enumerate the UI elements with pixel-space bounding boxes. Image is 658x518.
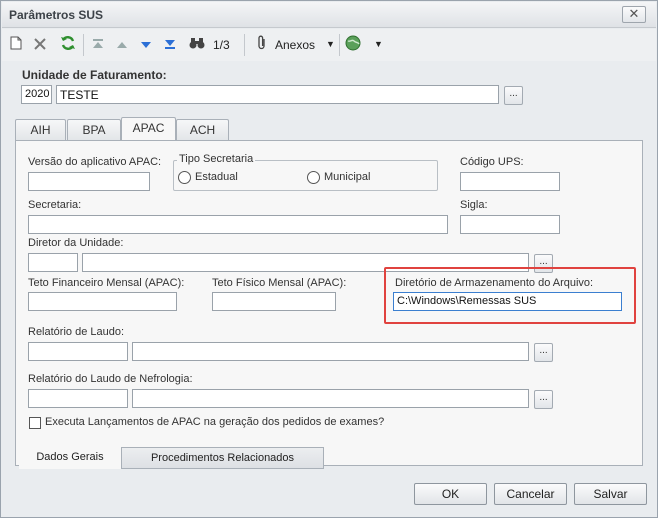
refresh-icon[interactable]: [58, 35, 78, 55]
financial-ceiling-label: Teto Financeiro Mensal (APAC):: [28, 277, 185, 289]
first-record-icon[interactable]: [88, 35, 108, 55]
tab-ach[interactable]: ACH: [176, 119, 229, 142]
tab-dados-gerais[interactable]: Dados Gerais: [19, 447, 121, 469]
report-lookup-button[interactable]: ...: [534, 343, 553, 362]
app-version-label: Versão do aplicativo APAC:: [28, 156, 162, 168]
close-button[interactable]: ✕: [622, 6, 646, 23]
tab-bpa[interactable]: BPA: [67, 119, 121, 142]
toolbar-separator: [83, 34, 84, 56]
toolbar-separator: [244, 34, 245, 56]
close-icon: ✕: [628, 6, 640, 21]
billing-unit-code-field[interactable]: 2020: [21, 85, 52, 104]
sigla-field[interactable]: [460, 215, 560, 234]
chevron-down-icon[interactable]: ▼: [326, 39, 335, 49]
report-label: Relatório de Laudo:: [28, 326, 125, 338]
financial-ceiling-field[interactable]: [28, 292, 177, 311]
billing-unit-lookup-button[interactable]: ...: [504, 86, 523, 105]
radio-estadual[interactable]: [178, 171, 191, 184]
physical-ceiling-label: Teto Físico Mensal (APAC):: [212, 277, 347, 289]
save-button[interactable]: Salvar: [574, 483, 647, 505]
execute-apac-checkbox[interactable]: [29, 417, 41, 429]
execute-apac-checkbox-label: Executa Lançamentos de APAC na geração d…: [45, 416, 385, 428]
binoculars-search-icon[interactable]: [187, 35, 207, 55]
sigla-label: Sigla:: [460, 199, 488, 211]
tab-apac[interactable]: APAC: [121, 117, 176, 142]
tab-procedimentos-relacionados[interactable]: Procedimentos Relacionados: [121, 447, 324, 469]
record-counter: 1/3: [213, 38, 230, 52]
tab-aih[interactable]: AIH: [15, 119, 66, 142]
attachments-menu[interactable]: Anexos: [275, 38, 315, 52]
radio-municipal[interactable]: [307, 171, 320, 184]
billing-unit-label: Unidade de Faturamento:: [22, 68, 167, 82]
nephro-report-name-field[interactable]: [132, 389, 529, 408]
last-record-icon[interactable]: [160, 35, 180, 55]
secretaria-type-legend: Tipo Secretaria: [177, 153, 256, 165]
delete-icon[interactable]: [30, 35, 50, 55]
highlight-box: [384, 267, 636, 324]
ups-code-field[interactable]: [460, 172, 560, 191]
window-title: Parâmetros SUS: [9, 8, 104, 22]
report-name-field[interactable]: [132, 342, 529, 361]
paperclip-icon[interactable]: [252, 35, 272, 55]
physical-ceiling-field[interactable]: [212, 292, 336, 311]
director-code-field[interactable]: [28, 253, 78, 272]
nephro-report-lookup-button[interactable]: ...: [534, 390, 553, 409]
parametros-sus-window: Parâmetros SUS ✕ 1/3 Anexos ▼ ▼ Unidade …: [0, 0, 658, 518]
nephro-report-label: Relatório do Laudo de Nefrologia:: [28, 373, 193, 385]
report-code-field[interactable]: [28, 342, 128, 361]
secretaria-label: Secretaria:: [28, 199, 82, 211]
radio-estadual-label: Estadual: [195, 171, 238, 183]
cancel-button[interactable]: Cancelar: [494, 483, 567, 505]
secretaria-field[interactable]: [28, 215, 448, 234]
app-version-field[interactable]: [28, 172, 150, 191]
toolbar-separator: [339, 34, 340, 56]
next-record-icon[interactable]: [136, 35, 156, 55]
nephro-report-code-field[interactable]: [28, 389, 128, 408]
globe-icon[interactable]: [343, 35, 363, 55]
billing-unit-name-field[interactable]: TESTE: [56, 85, 499, 104]
toolbar: 1/3 Anexos ▼ ▼: [2, 29, 656, 61]
director-label: Diretor da Unidade:: [28, 237, 124, 249]
title-bar: Parâmetros SUS ✕: [2, 2, 656, 28]
new-document-icon[interactable]: [6, 35, 26, 55]
previous-record-icon[interactable]: [112, 35, 132, 55]
radio-municipal-label: Municipal: [324, 171, 371, 183]
ups-code-label: Código UPS:: [460, 156, 524, 168]
ok-button[interactable]: OK: [414, 483, 487, 505]
chevron-down-icon[interactable]: ▼: [374, 39, 383, 49]
